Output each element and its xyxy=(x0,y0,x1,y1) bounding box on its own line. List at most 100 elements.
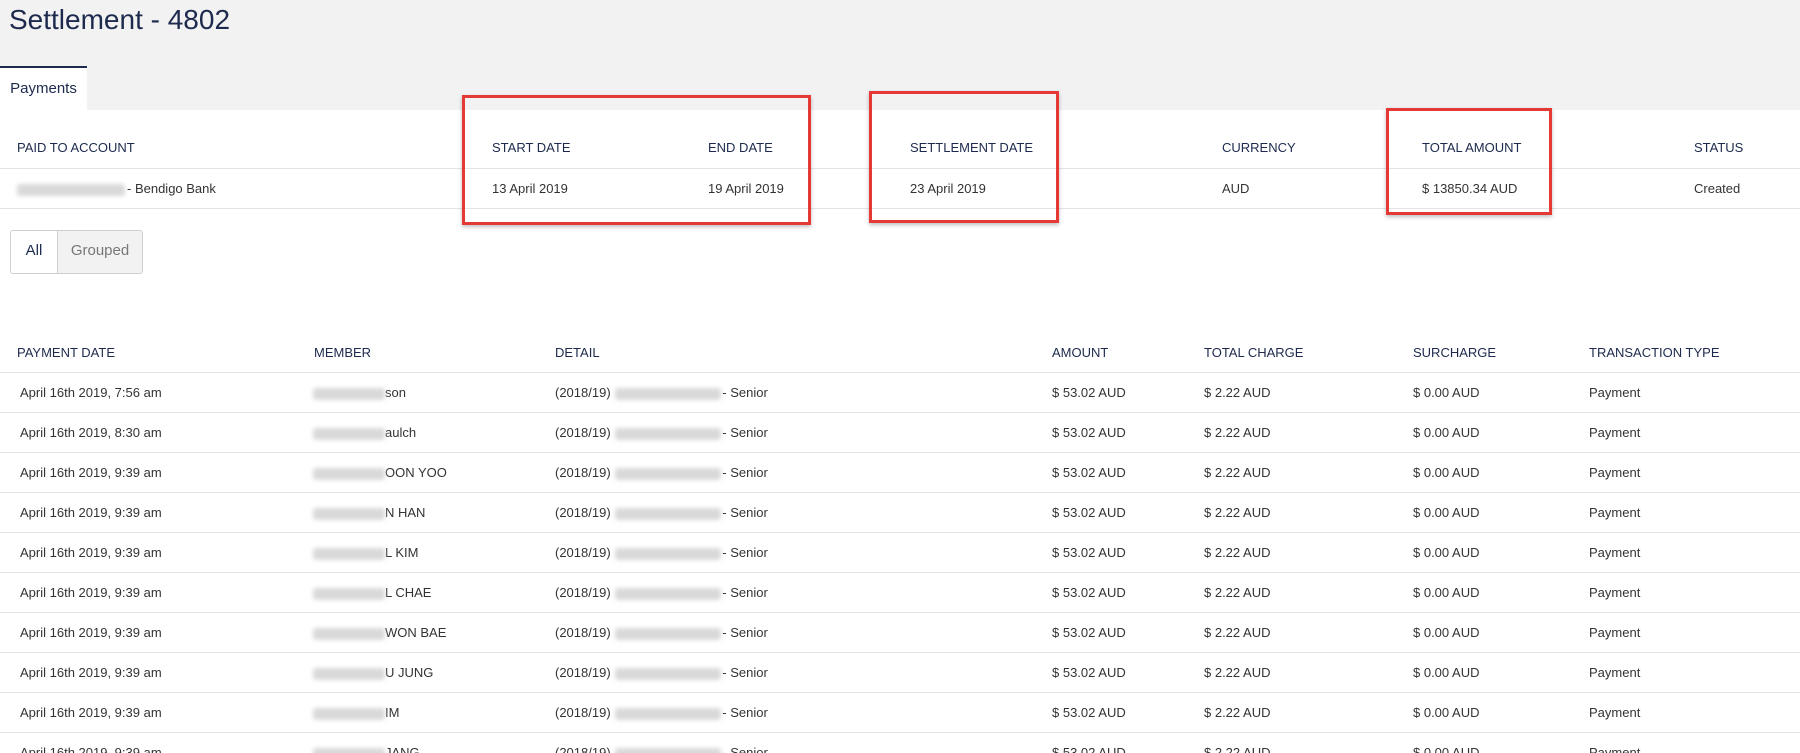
cell-detail: (2018/19) - Senior xyxy=(555,385,768,400)
currency-value: AUD xyxy=(1222,181,1250,196)
cell-amount: $ 53.02 AUD xyxy=(1052,385,1126,400)
cell-transaction-type: Payment xyxy=(1589,385,1641,400)
cell-transaction-type: Payment xyxy=(1589,465,1641,480)
cell-transaction-type: Payment xyxy=(1589,745,1641,753)
redacted-detail xyxy=(615,587,722,600)
redacted-member-name xyxy=(313,507,385,520)
redacted-detail xyxy=(615,427,722,440)
cell-member: U JUNG xyxy=(313,653,433,693)
cell-member: IM xyxy=(313,693,399,733)
cell-detail: (2018/19) - Senior xyxy=(555,665,768,680)
tab-payments[interactable]: Payments xyxy=(0,66,87,110)
table-row[interactable]: April 16th 2019, 9:39 am OON YOO (2018/1… xyxy=(0,453,1800,493)
redacted-member-name xyxy=(313,627,385,640)
cell-payment-date: April 16th 2019, 7:56 am xyxy=(20,385,162,400)
cell-surcharge: $ 0.00 AUD xyxy=(1413,625,1480,640)
cell-amount: $ 53.02 AUD xyxy=(1052,705,1126,720)
cell-transaction-type: Payment xyxy=(1589,625,1641,640)
cell-total-charge: $ 2.22 AUD xyxy=(1204,625,1271,640)
cell-detail: (2018/19) - Senior xyxy=(555,585,768,600)
cell-member: son xyxy=(313,373,406,413)
redacted-detail xyxy=(615,547,722,560)
cell-amount: $ 53.02 AUD xyxy=(1052,505,1126,520)
header-paid-to-account: PAID TO ACCOUNT xyxy=(17,140,135,155)
cell-transaction-type: Payment xyxy=(1589,545,1641,560)
redacted-member-name xyxy=(313,707,385,720)
cell-payment-date: April 16th 2019, 9:39 am xyxy=(20,465,162,480)
table-row[interactable]: April 16th 2019, 9:39 am IM (2018/19) - … xyxy=(0,693,1800,733)
cell-total-charge: $ 2.22 AUD xyxy=(1204,585,1271,600)
cell-detail: (2018/19) - Senior xyxy=(555,465,768,480)
toggle-all-button[interactable]: All xyxy=(11,231,58,273)
redacted-detail xyxy=(615,627,722,640)
redacted-account-name xyxy=(17,183,125,196)
status-value: Created xyxy=(1694,181,1741,196)
cell-total-charge: $ 2.22 AUD xyxy=(1204,425,1271,440)
redacted-detail xyxy=(615,507,722,520)
column-transaction-type: TRANSACTION TYPE xyxy=(1589,345,1720,360)
cell-total-charge: $ 2.22 AUD xyxy=(1204,705,1271,720)
cell-member: JANG xyxy=(313,733,420,753)
cell-member: aulch xyxy=(313,413,416,453)
cell-surcharge: $ 0.00 AUD xyxy=(1413,745,1480,753)
cell-member: N HAN xyxy=(313,493,425,533)
cell-member: L KIM xyxy=(313,533,418,573)
page-title: Settlement - 4802 xyxy=(9,4,231,35)
cell-transaction-type: Payment xyxy=(1589,425,1641,440)
table-row[interactable]: April 16th 2019, 9:39 am JANG (2018/19) … xyxy=(0,733,1800,753)
cell-payment-date: April 16th 2019, 9:39 am xyxy=(20,545,162,560)
cell-surcharge: $ 0.00 AUD xyxy=(1413,425,1480,440)
table-row[interactable]: April 16th 2019, 9:39 am N HAN (2018/19)… xyxy=(0,493,1800,533)
cell-surcharge: $ 0.00 AUD xyxy=(1413,545,1480,560)
cell-transaction-type: Payment xyxy=(1589,665,1641,680)
header-status: STATUS xyxy=(1694,140,1744,155)
cell-amount: $ 53.02 AUD xyxy=(1052,665,1126,680)
cell-payment-date: April 16th 2019, 8:30 am xyxy=(20,425,162,440)
cell-surcharge: $ 0.00 AUD xyxy=(1413,665,1480,680)
table-row[interactable]: April 16th 2019, 9:39 am U JUNG (2018/19… xyxy=(0,653,1800,693)
cell-detail: (2018/19) - Senior xyxy=(555,425,768,440)
cell-surcharge: $ 0.00 AUD xyxy=(1413,705,1480,720)
highlight-date-range xyxy=(462,95,811,225)
redacted-member-name xyxy=(313,387,385,400)
cell-total-charge: $ 2.22 AUD xyxy=(1204,385,1271,400)
cell-member: WON BAE xyxy=(313,613,446,653)
cell-total-charge: $ 2.22 AUD xyxy=(1204,465,1271,480)
table-row[interactable]: April 16th 2019, 9:39 am L KIM (2018/19)… xyxy=(0,533,1800,573)
cell-member: OON YOO xyxy=(313,453,447,493)
cell-total-charge: $ 2.22 AUD xyxy=(1204,665,1271,680)
table-row[interactable]: April 16th 2019, 8:30 am aulch (2018/19)… xyxy=(0,413,1800,453)
cell-payment-date: April 16th 2019, 9:39 am xyxy=(20,505,162,520)
cell-amount: $ 53.02 AUD xyxy=(1052,425,1126,440)
table-row[interactable]: April 16th 2019, 7:56 am son (2018/19) -… xyxy=(0,373,1800,413)
toggle-grouped-button[interactable]: Grouped xyxy=(58,231,142,273)
cell-payment-date: April 16th 2019, 9:39 am xyxy=(20,665,162,680)
redacted-detail xyxy=(615,667,722,680)
redacted-detail xyxy=(615,387,722,400)
cell-amount: $ 53.02 AUD xyxy=(1052,465,1126,480)
column-payment-date: PAYMENT DATE xyxy=(17,345,115,360)
cell-surcharge: $ 0.00 AUD xyxy=(1413,585,1480,600)
cell-transaction-type: Payment xyxy=(1589,705,1641,720)
cell-total-charge: $ 2.22 AUD xyxy=(1204,505,1271,520)
paid-to-account-value: - Bendigo Bank xyxy=(17,181,216,196)
cell-payment-date: April 16th 2019, 9:39 am xyxy=(20,585,162,600)
cell-surcharge: $ 0.00 AUD xyxy=(1413,385,1480,400)
table-row[interactable]: April 16th 2019, 9:39 am WON BAE (2018/1… xyxy=(0,613,1800,653)
cell-surcharge: $ 0.00 AUD xyxy=(1413,505,1480,520)
cell-amount: $ 53.02 AUD xyxy=(1052,625,1126,640)
column-total-charge: TOTAL CHARGE xyxy=(1204,345,1304,360)
column-amount: AMOUNT xyxy=(1052,345,1109,360)
redacted-detail xyxy=(615,467,722,480)
cell-detail: (2018/19) - Senior xyxy=(555,705,768,720)
column-detail: DETAIL xyxy=(555,345,600,360)
cell-total-charge: $ 2.22 AUD xyxy=(1204,745,1271,753)
cell-amount: $ 53.02 AUD xyxy=(1052,545,1126,560)
cell-transaction-type: Payment xyxy=(1589,505,1641,520)
table-row[interactable]: April 16th 2019, 9:39 am L CHAE (2018/19… xyxy=(0,573,1800,613)
cell-detail: (2018/19) - Senior xyxy=(555,545,768,560)
cell-detail: (2018/19) - Senior xyxy=(555,505,768,520)
cell-payment-date: April 16th 2019, 9:39 am xyxy=(20,625,162,640)
view-toggle: All Grouped xyxy=(10,230,143,274)
redacted-member-name xyxy=(313,587,385,600)
